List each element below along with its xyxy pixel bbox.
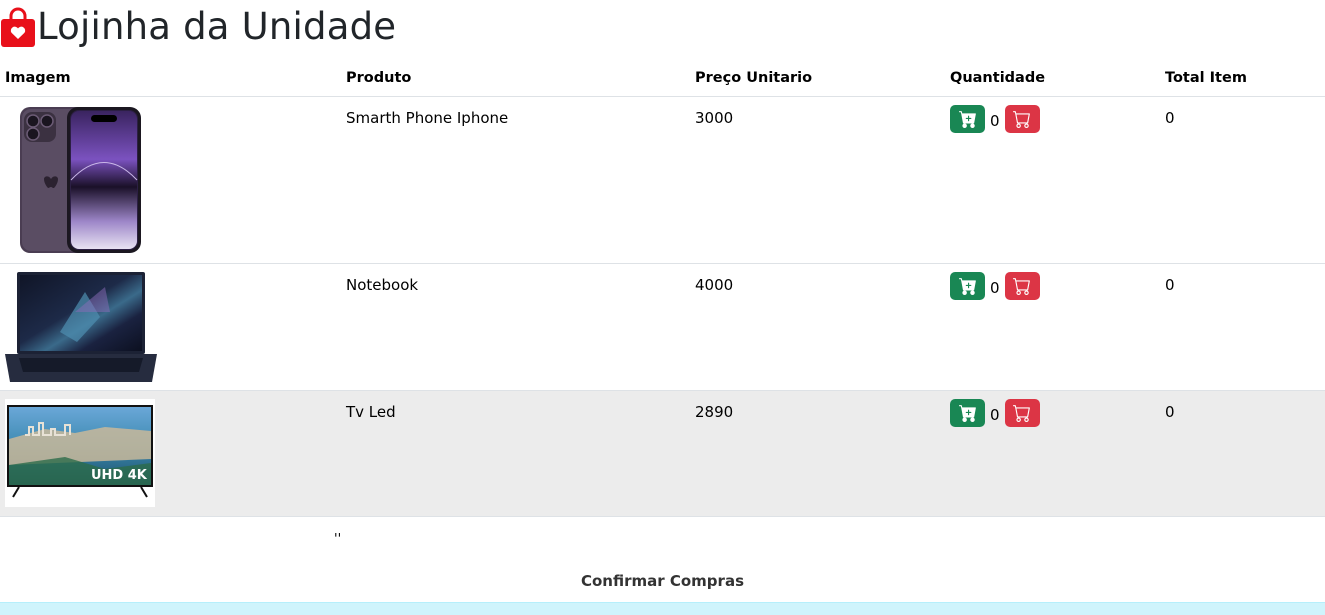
- header-quantidade: Quantidade: [945, 60, 1160, 97]
- cart-icon: [1013, 278, 1030, 295]
- shopping-bag-heart-icon: [1, 7, 35, 47]
- product-name: Tv Led: [341, 390, 690, 517]
- header-preco-unitario: Preço Unitario: [690, 60, 945, 97]
- header-produto: Produto: [341, 60, 690, 97]
- tv-image: UHD 4K: [5, 399, 155, 507]
- quantity-value: 0: [990, 279, 1000, 297]
- table-header-row: Imagem Produto Preço Unitario Quantidade…: [0, 60, 1325, 97]
- stray-text: '': [334, 532, 342, 547]
- cart-plus-icon: [958, 111, 976, 128]
- page-title: Lojinha da Unidade: [37, 5, 397, 48]
- tv-badge: UHD 4K: [91, 468, 148, 483]
- header-imagem: Imagem: [0, 60, 341, 97]
- add-to-cart-button[interactable]: [950, 399, 985, 427]
- quantity-control: 0: [950, 399, 1155, 427]
- product-name: Notebook: [341, 263, 690, 391]
- confirm-purchase-button[interactable]: Confirmar Compras: [0, 572, 1325, 590]
- notebook-image: [5, 272, 157, 382]
- item-total: 0: [1160, 96, 1325, 264]
- add-to-cart-button[interactable]: [950, 105, 985, 133]
- iphone-image: [20, 107, 141, 253]
- unit-price: 3000: [690, 96, 945, 264]
- page-header: Lojinha da Unidade: [0, 4, 396, 50]
- remove-from-cart-button[interactable]: [1004, 399, 1040, 427]
- quantity-control: 0: [950, 272, 1155, 300]
- add-to-cart-button[interactable]: [950, 272, 985, 300]
- cart-icon: [1013, 111, 1030, 128]
- quantity-value: 0: [990, 112, 1000, 130]
- cart-plus-icon: [958, 405, 976, 422]
- item-total: 0: [1160, 263, 1325, 391]
- footer-alert-bar: [0, 602, 1325, 615]
- unit-price: 2890: [690, 390, 945, 517]
- product-name: Smarth Phone Iphone: [341, 96, 690, 264]
- quantity-control: 0: [950, 105, 1155, 133]
- unit-price: 4000: [690, 263, 945, 391]
- quantity-value: 0: [990, 406, 1000, 424]
- table-row: Smarth Phone Iphone 3000 0 0: [0, 96, 1325, 264]
- header-total-item: Total Item: [1160, 60, 1325, 97]
- table-row: UHD 4K Tv Led 2890 0 0: [0, 390, 1325, 517]
- remove-from-cart-button[interactable]: [1004, 272, 1040, 300]
- remove-from-cart-button[interactable]: [1004, 105, 1040, 133]
- cart-plus-icon: [958, 278, 976, 295]
- products-table: Imagem Produto Preço Unitario Quantidade…: [0, 60, 1325, 517]
- item-total: 0: [1160, 390, 1325, 517]
- cart-icon: [1013, 405, 1030, 422]
- table-row: Notebook 4000 0 0: [0, 263, 1325, 391]
